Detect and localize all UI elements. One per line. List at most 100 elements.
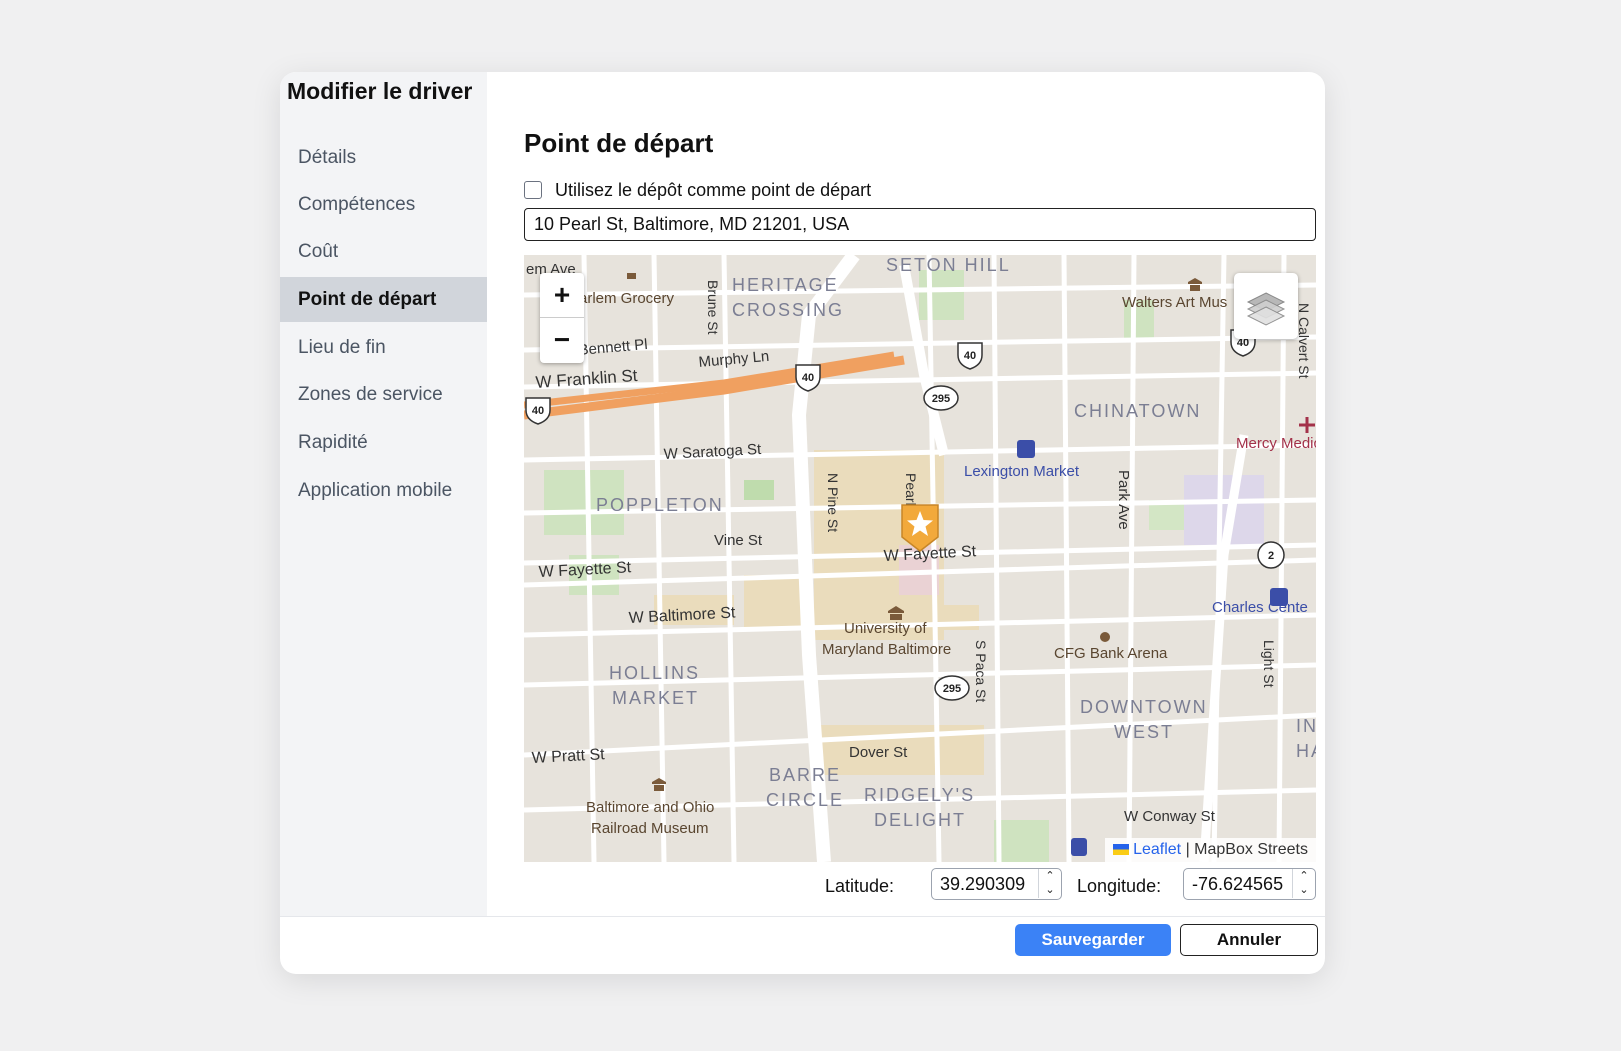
i295-shield-icon: 295 (923, 385, 959, 411)
metro-station-icon (1017, 440, 1035, 458)
latitude-input[interactable]: 39.290309 ⌃ ⌄ (931, 868, 1062, 900)
sidebar: Modifier le driver Détails Compétences C… (280, 72, 487, 916)
svg-text:40: 40 (964, 350, 976, 362)
map-label-murphy-ln: Murphy Ln (698, 348, 770, 371)
chevron-down-icon[interactable]: ⌄ (1293, 883, 1315, 897)
map-label-w-franklin: W Franklin St (535, 366, 638, 392)
map-label-inner-in: IN (1296, 716, 1316, 736)
attribution-tiles: MapBox Streets (1194, 841, 1308, 858)
sidebar-item-details[interactable]: Détails (280, 135, 487, 180)
layers-button[interactable] (1234, 273, 1298, 339)
map-label-s-paca: S Paca St (973, 640, 989, 702)
map-label-park-ave: Park Ave (1115, 470, 1132, 530)
sidebar-item-zones-de-service[interactable]: Zones de service (280, 372, 487, 417)
ukraine-flag-icon (1113, 844, 1130, 856)
footer-divider (280, 916, 1325, 917)
save-button[interactable]: Sauvegarder (1015, 924, 1171, 956)
map-label-umb-line2: Maryland Baltimore (822, 641, 951, 658)
hospital-icon (1299, 417, 1315, 433)
map-label-inner-ha: HA (1296, 741, 1316, 761)
arena-icon (1100, 632, 1110, 642)
leaflet-link[interactable]: Leaflet (1133, 841, 1181, 858)
zoom-control: + − (540, 273, 584, 363)
map-label-pearl: Pearl (903, 473, 919, 506)
longitude-label: Longitude: (1077, 876, 1162, 896)
us40-shield-icon: 40 (795, 364, 821, 392)
map-label-harlem-grocery: arlem Grocery (579, 290, 675, 307)
chevron-down-icon[interactable]: ⌄ (1039, 883, 1061, 897)
map-attribution: Leaflet | MapBox Streets (1105, 838, 1316, 862)
map-label-seton-hill: SETON HILL (886, 255, 1011, 275)
us40-shield-icon: 40 (957, 342, 983, 370)
sidebar-item-point-de-depart[interactable]: Point de départ (280, 277, 487, 322)
map[interactable]: em Ave arlem Grocery HERITAGE CROSSING S… (524, 255, 1316, 862)
use-depot-row[interactable]: Utilisez le dépôt comme point de départ (524, 178, 871, 202)
svg-text:2: 2 (1268, 550, 1274, 562)
map-label-delight: DELIGHT (874, 810, 966, 830)
sidebar-item-cout[interactable]: Coût (280, 229, 487, 274)
svg-text:40: 40 (532, 405, 544, 417)
dialog-title: Modifier le driver (287, 78, 473, 104)
map-label-heritage: HERITAGE (732, 275, 839, 295)
chevron-up-icon[interactable]: ⌃ (1293, 869, 1315, 883)
sidebar-item-lieu-de-fin[interactable]: Lieu de fin (280, 325, 487, 370)
layers-icon (1246, 292, 1286, 326)
latitude-stepper[interactable]: ⌃ ⌄ (1038, 869, 1061, 898)
longitude-input[interactable]: -76.624565 ⌃ ⌄ (1183, 868, 1316, 900)
map-label-bo-line1: Baltimore and Ohio (586, 799, 714, 816)
svg-text:295: 295 (932, 393, 950, 405)
map-label-w-fayette-mid: W Fayette St (883, 543, 977, 565)
sidebar-item-application-mobile[interactable]: Application mobile (280, 468, 487, 513)
i295-shield-icon: 295 (934, 675, 970, 701)
md2-shield-icon: 2 (1257, 541, 1285, 569)
map-label-n-calvert: N Calvert St (1296, 303, 1312, 379)
map-label-barre: BARRE (769, 765, 841, 785)
address-input[interactable] (524, 208, 1316, 241)
map-label-mercy: Mercy Medic (1236, 435, 1316, 452)
map-label-vine-st: Vine St (714, 532, 763, 549)
sidebar-item-rapidite[interactable]: Rapidité (280, 420, 487, 465)
map-label-west: WEST (1114, 722, 1174, 742)
map-label-lexington-market: Lexington Market (964, 463, 1080, 480)
map-label-n-pine: N Pine St (825, 473, 841, 532)
attribution-separator: | (1181, 841, 1195, 858)
use-depot-label[interactable]: Utilisez le dépôt comme point de départ (555, 180, 871, 201)
svg-text:40: 40 (802, 372, 814, 384)
zoom-out-button[interactable]: − (540, 317, 584, 362)
zoom-in-button[interactable]: + (540, 273, 584, 317)
map-label-w-saratoga: W Saratoga St (663, 441, 762, 463)
map-label-charles-center: Charles Cente (1212, 599, 1308, 616)
map-label-bennett-pl: Bennett Pl (578, 336, 648, 359)
map-label-downtown: DOWNTOWN (1080, 697, 1208, 717)
map-label-walters: Walters Art Mus (1122, 294, 1227, 311)
us40-shield-icon: 40 (525, 397, 551, 425)
latitude-value: 39.290309 (940, 874, 1026, 894)
map-label-poppleton: POPPLETON (596, 495, 724, 515)
chevron-up-icon[interactable]: ⌃ (1039, 869, 1061, 883)
metro-station-icon (1270, 588, 1288, 606)
map-label-hollins: HOLLINS (609, 663, 700, 683)
map-label-dover-st: Dover St (849, 744, 908, 761)
section-title: Point de départ (524, 128, 714, 158)
grocery-icon (627, 273, 636, 279)
svg-text:295: 295 (943, 683, 961, 695)
metro-station-icon (1071, 838, 1087, 856)
map-tiles[interactable]: em Ave arlem Grocery HERITAGE CROSSING S… (524, 255, 1316, 862)
map-label-market: MARKET (612, 688, 699, 708)
map-label-umb-line1: University of (844, 620, 927, 637)
longitude-value: -76.624565 (1192, 874, 1284, 894)
map-label-bo-line2: Railroad Museum (591, 820, 709, 837)
map-label-w-conway: W Conway St (1124, 808, 1216, 825)
edit-driver-dialog: Modifier le driver Détails Compétences C… (280, 72, 1325, 974)
map-label-crossing: CROSSING (732, 300, 844, 320)
use-depot-checkbox[interactable] (524, 181, 542, 199)
map-label-circle: CIRCLE (766, 790, 844, 810)
latitude-label: Latitude: (825, 876, 895, 896)
sidebar-item-competences[interactable]: Compétences (280, 182, 487, 227)
map-label-chinatown: CHINATOWN (1074, 401, 1201, 421)
map-label-light-st: Light St (1261, 640, 1277, 688)
longitude-stepper[interactable]: ⌃ ⌄ (1292, 869, 1315, 898)
map-label-ridgelys: RIDGELY'S (864, 785, 975, 805)
cancel-button[interactable]: Annuler (1180, 924, 1318, 956)
map-label-cfg-bank-arena: CFG Bank Arena (1054, 645, 1168, 662)
